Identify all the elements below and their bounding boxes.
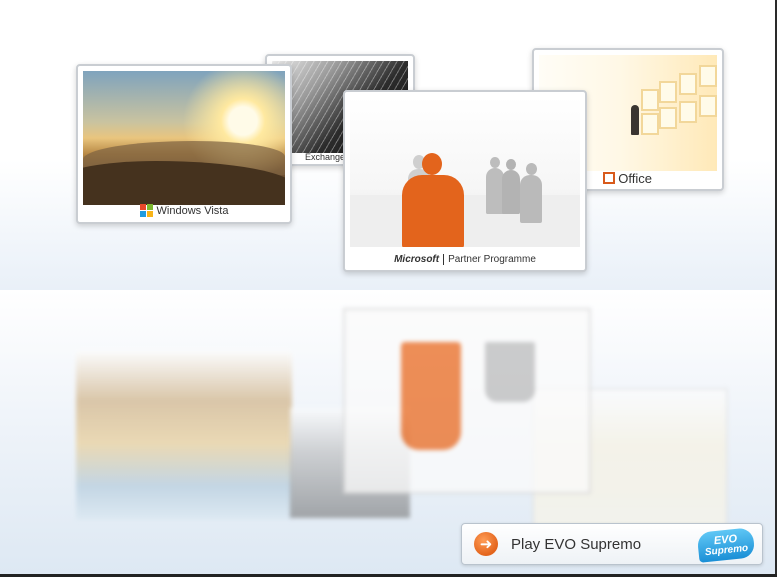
orange-person-figure — [402, 153, 464, 247]
play-evo-supremo-button[interactable]: ➜ Play EVO Supremo EVO Supremo — [461, 523, 763, 565]
partner-programme-card[interactable]: Microsoft Partner Programme — [343, 90, 587, 272]
play-evo-supremo-label: Play EVO Supremo — [511, 535, 642, 553]
microsoft-wordmark: Microsoft — [394, 253, 445, 265]
office-person-figure — [631, 105, 639, 135]
office-card-label: Office — [618, 170, 652, 186]
evo-supremo-logo: EVO Supremo — [696, 527, 756, 563]
windows-vista-card-label-bar: Windows Vista — [78, 200, 290, 222]
windows-vista-card-image — [83, 71, 285, 205]
windows-vista-card-label: Windows Vista — [156, 205, 229, 217]
office-logo-icon — [603, 172, 616, 184]
partner-programme-card-label: Partner Programme — [448, 253, 536, 265]
arrow-right-icon: ➜ — [474, 532, 498, 556]
vista-card-reflection — [76, 350, 292, 520]
gray-person-figure — [520, 163, 542, 225]
windows-vista-card[interactable]: Windows Vista — [76, 64, 292, 224]
gray-person-figure — [502, 159, 520, 217]
windows-flag-icon — [139, 204, 154, 218]
partner-card-reflection — [343, 308, 591, 494]
partner-programme-card-label-bar: Microsoft Partner Programme — [345, 248, 585, 270]
partner-programme-card-image — [350, 97, 580, 247]
